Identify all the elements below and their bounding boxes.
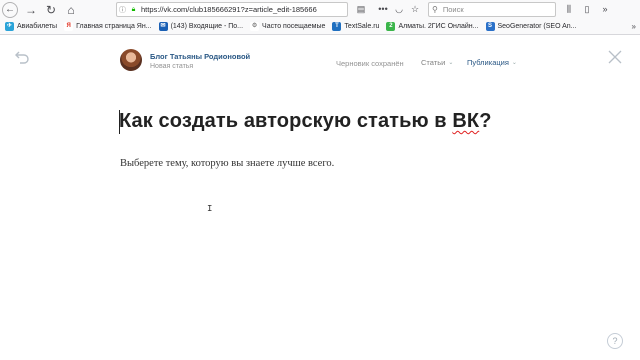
forward-arrow-icon[interactable]: → xyxy=(22,1,40,19)
article-editor-page: Блог Татьяны Родионовой Новая статья Чер… xyxy=(0,36,640,360)
bookmark-label: Главная страница Ян... xyxy=(76,23,152,30)
bookmark-frequent[interactable]: ⚙ Часто посещаемые xyxy=(250,22,325,31)
close-x-svg xyxy=(608,50,622,64)
info-icon[interactable]: ⓘ xyxy=(117,5,128,15)
pocket-icon[interactable]: ◡ xyxy=(392,2,406,16)
bookmarks-bar: ✈ Авиабилеты Я Главная страница Ян... ✉ … xyxy=(0,19,640,35)
bookmark-label: Авиабилеты xyxy=(17,23,58,30)
url-actions: ▤ ••• ◡ ☆ xyxy=(354,2,422,16)
avatar[interactable] xyxy=(120,49,142,71)
gear-icon: ⚙ xyxy=(250,22,260,31)
bookmark-label: (143) Входящие - По... xyxy=(170,23,244,30)
bookmark-label: Алматы. 2ГИС Онлайн... xyxy=(398,23,479,30)
mail-icon: ✉ xyxy=(158,22,168,31)
lock-icon[interactable]: 🔒︎ xyxy=(128,6,139,14)
url-text: https://vk.com/club185666291?z=article_e… xyxy=(141,5,317,14)
chevron-down-icon: ⌄ xyxy=(511,60,517,66)
search-input[interactable]: ⚲ Поиск xyxy=(428,2,556,17)
articles-menu-label: Статьи xyxy=(421,58,446,67)
plane-icon: ✈ xyxy=(5,22,14,31)
back-arrow-icon[interactable]: ← xyxy=(2,1,18,18)
i-beam-cursor-icon: I xyxy=(207,204,213,214)
article-status: Новая статья xyxy=(150,63,194,70)
page-actions-icon[interactable]: ••• xyxy=(376,2,390,16)
draft-saved-status: Черновик сохранён xyxy=(336,59,404,68)
2gis-icon: 2 xyxy=(386,22,396,31)
reload-icon[interactable]: ↻ xyxy=(42,1,60,19)
bookmarks-overflow-icon[interactable]: » xyxy=(632,22,636,31)
seogenerator-icon: S xyxy=(485,22,495,31)
bookmark-star-icon[interactable]: ☆ xyxy=(408,2,422,16)
undo-arrow-svg xyxy=(15,51,29,64)
bookmark-yandex[interactable]: Я Главная страница Ян... xyxy=(64,22,152,31)
browser-toolbar: ← → ↻ ⌂ ⓘ 🔒︎ https://vk.com/club18566629… xyxy=(0,0,640,19)
help-button[interactable]: ? xyxy=(607,333,623,349)
title-text: Как создать авторскую статью в xyxy=(119,110,453,132)
library-icon[interactable]: ⫼ xyxy=(562,2,576,16)
sidebar-icon[interactable]: ▯ xyxy=(580,2,594,16)
reader-view-icon[interactable]: ▤ xyxy=(354,2,368,16)
search-icon: ⚲ xyxy=(432,5,438,14)
publish-menu-label: Публикация xyxy=(467,58,509,67)
search-placeholder: Поиск xyxy=(442,5,464,14)
bookmark-label: SeoGenerator (SEO An... xyxy=(497,23,577,30)
publish-menu[interactable]: Публикация ⌄ xyxy=(467,58,517,67)
toolbar-right-icons: ⫼ ▯ » xyxy=(562,2,612,16)
yandex-icon: Я xyxy=(64,22,74,31)
blog-name[interactable]: Блог Татьяны Родионовой xyxy=(150,52,250,61)
textsale-icon: T xyxy=(332,22,342,31)
overflow-chevron-icon[interactable]: » xyxy=(598,2,612,16)
bookmark-label: Часто посещаемые xyxy=(262,23,326,30)
url-bar[interactable]: ⓘ 🔒︎ https://vk.com/club185666291?z=arti… xyxy=(116,2,348,17)
title-misspelled-word: ВК xyxy=(452,110,480,132)
bookmark-2gis[interactable]: 2 Алматы. 2ГИС Онлайн... xyxy=(386,22,479,31)
title-punctuation: ? xyxy=(479,110,492,132)
bookmark-textsale[interactable]: T TextSale.ru xyxy=(332,22,379,31)
undo-icon[interactable] xyxy=(14,50,30,64)
bookmark-aviabilety[interactable]: ✈ Авиабилеты xyxy=(5,22,57,31)
article-title[interactable]: Как создать авторскую статью в ВК? xyxy=(119,110,492,133)
articles-menu[interactable]: Статьи ⌄ xyxy=(421,58,453,67)
bookmark-seogenerator[interactable]: S SeoGenerator (SEO An... xyxy=(485,22,577,31)
bookmark-label: TextSale.ru xyxy=(344,23,380,30)
close-icon[interactable] xyxy=(606,48,624,66)
article-body-paragraph[interactable]: Выберете тему, которую вы знаете лучше в… xyxy=(120,158,334,169)
bookmark-inbox[interactable]: ✉ (143) Входящие - По... xyxy=(158,22,244,31)
home-icon[interactable]: ⌂ xyxy=(62,1,80,19)
chevron-down-icon: ⌄ xyxy=(448,60,454,66)
